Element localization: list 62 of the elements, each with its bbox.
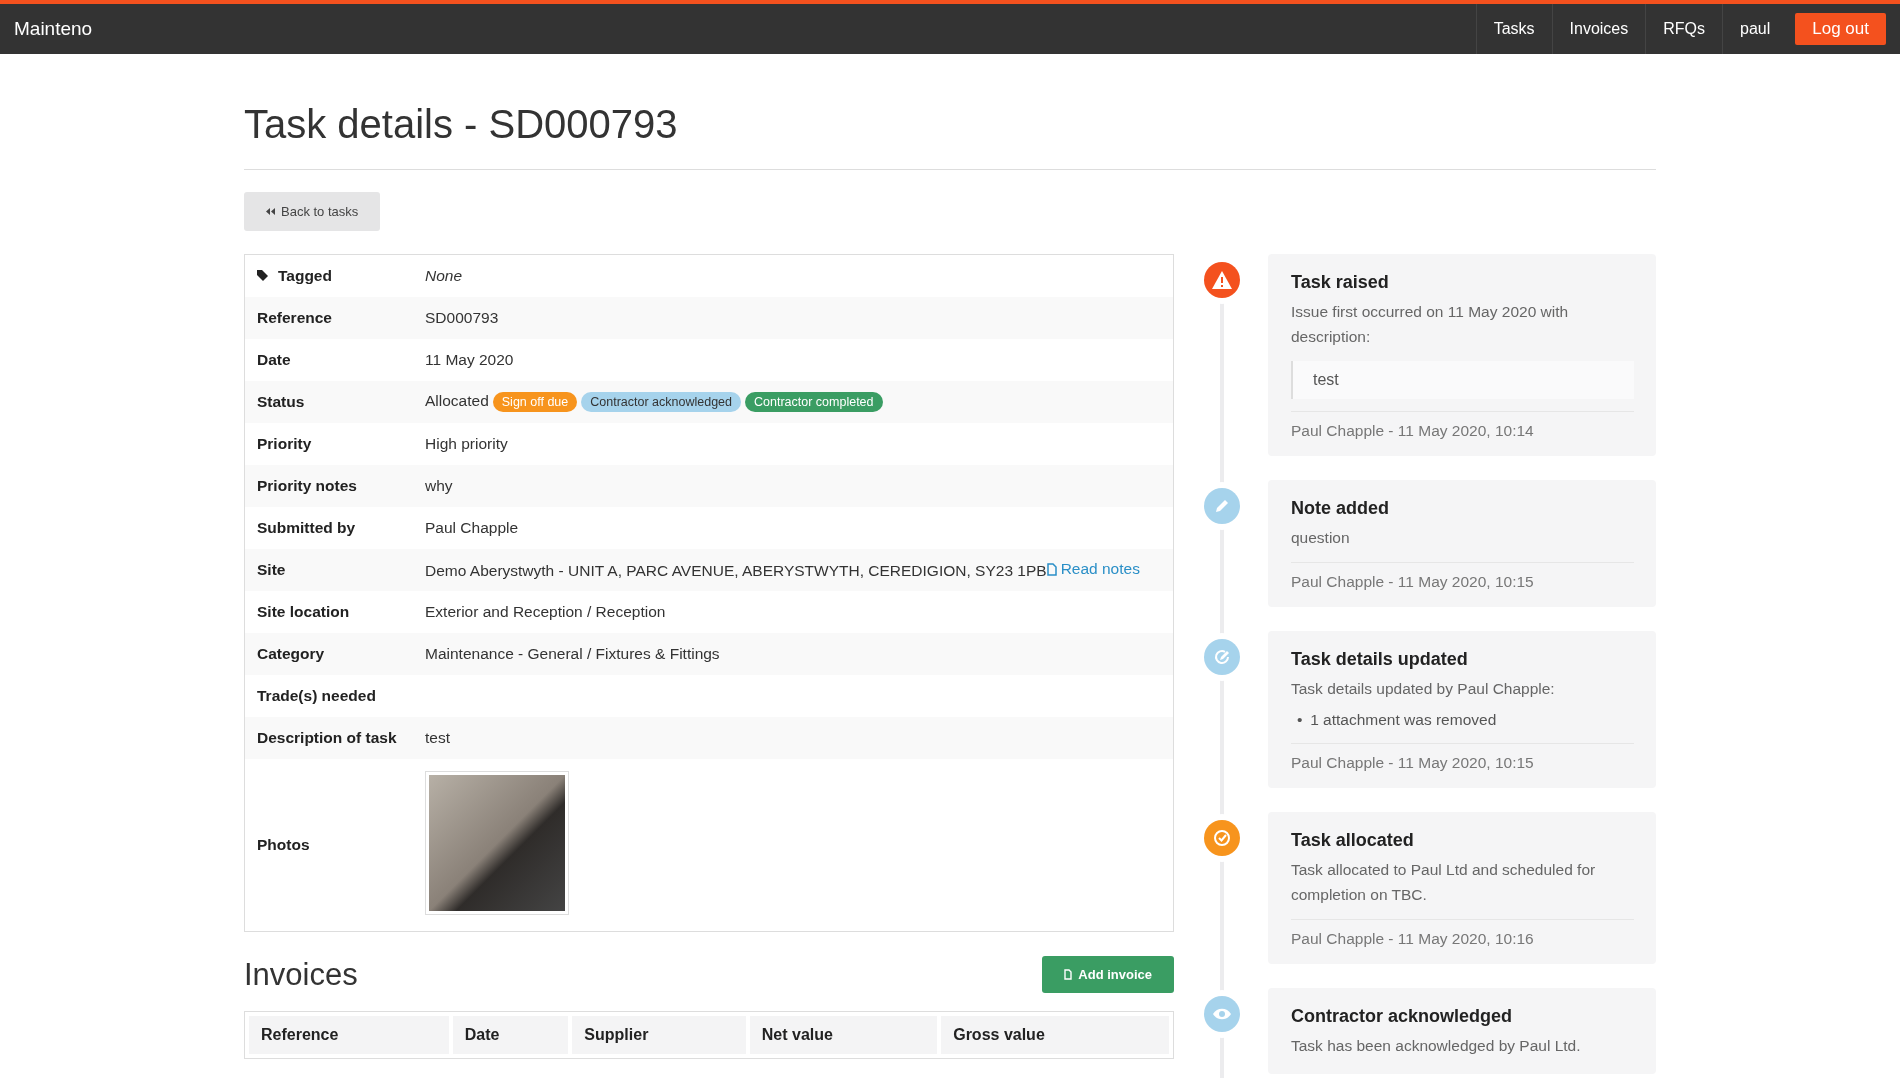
document-icon [1046, 562, 1057, 576]
field-label: Trade(s) needed [244, 675, 413, 717]
back-button[interactable]: Back to tasks [244, 192, 381, 231]
field-label: Tagged [278, 266, 332, 285]
field-value: Paul Chapple [413, 507, 1174, 549]
event-author-time: Paul Chapple - 11 May 2020, 10:16 [1291, 919, 1634, 948]
photo-thumbnail[interactable] [425, 771, 569, 915]
field-value: SD000793 [413, 297, 1174, 339]
field-value: why [413, 465, 1174, 507]
column-header: Date [452, 1016, 569, 1054]
field-label: Description of task [244, 717, 413, 759]
field-label: Status [244, 381, 413, 423]
field-value: None [413, 254, 1174, 297]
nav-link[interactable]: Invoices [1551, 4, 1646, 54]
read-notes-link[interactable]: Read notes [1046, 560, 1140, 579]
field-label: Date [244, 339, 413, 381]
nav-link[interactable]: Tasks [1475, 4, 1552, 54]
field-value: Maintenance - General / Fixtures & Fittings [413, 633, 1174, 675]
field-label: Photos [244, 759, 413, 932]
event-author-time: Paul Chapple - 11 May 2020, 10:15 [1291, 562, 1634, 591]
field-value: 11 May 2020 [413, 339, 1174, 381]
document-icon [1064, 969, 1073, 980]
event-text: Task details updated by Paul Chapple: [1291, 679, 1556, 699]
event-title: Task raised [1291, 272, 1390, 293]
field-value: Allocated [425, 392, 489, 409]
event-text: question [1291, 528, 1351, 548]
tag-icon [257, 270, 268, 282]
field-label: Category [244, 633, 413, 675]
event-title: Note added [1291, 498, 1390, 519]
event-author-time: Paul Chapple - 11 May 2020, 10:14 [1291, 411, 1634, 440]
nav-link[interactable]: paul [1722, 4, 1788, 54]
event-title: Task allocated [1291, 830, 1415, 851]
field-value: Demo Aberystwyth - UNIT A, PARC AVENUE, ABERYSTWYTH, CEREDIGION, SY23 1PB [425, 561, 1047, 579]
field-label: Site location [244, 591, 413, 633]
column-header: Gross value [941, 1016, 1169, 1054]
brand-logo[interactable]: Mainteno [14, 18, 93, 40]
column-header: Net value [749, 1016, 938, 1054]
page-title: Task details - SD000793 [244, 102, 678, 147]
status-badge: Sign off due [492, 392, 578, 412]
field-label: Priority [244, 423, 413, 465]
field-label: Site [244, 549, 413, 591]
event-title: Task details updated [1291, 649, 1469, 670]
event-text: Issue first occurred on 11 May 2020 with description: [1291, 302, 1570, 347]
column-header: Reference [249, 1016, 449, 1054]
nav-link[interactable]: RFQs [1645, 4, 1722, 54]
event-bullet: • 1 attachment was removed [1297, 710, 1497, 730]
event-author-time: Paul Chapple - 11 May 2020, 10:15 [1291, 743, 1634, 772]
event-text: Task allocated to Paul Ltd and scheduled for completion on TBC. [1291, 860, 1597, 905]
field-label: Submitted by [244, 507, 413, 549]
field-label: Priority notes [244, 465, 413, 507]
field-value: Exterior and Reception / Reception [413, 591, 1174, 633]
rewind-icon [266, 208, 275, 215]
field-label: Reference [244, 297, 413, 339]
field-value: test [413, 717, 1174, 759]
status-badge: Contractor acknowledged [581, 392, 741, 412]
section-heading: Invoices [244, 956, 358, 993]
event-quote: test [1291, 361, 1634, 399]
status-badge: Contractor completed [745, 392, 883, 412]
column-header: Supplier [572, 1016, 746, 1054]
field-value: High priority [413, 423, 1174, 465]
event-text: Task has been acknowledged by Paul Ltd. [1291, 1036, 1582, 1056]
event-title: Contractor acknowledged [1291, 1006, 1514, 1027]
